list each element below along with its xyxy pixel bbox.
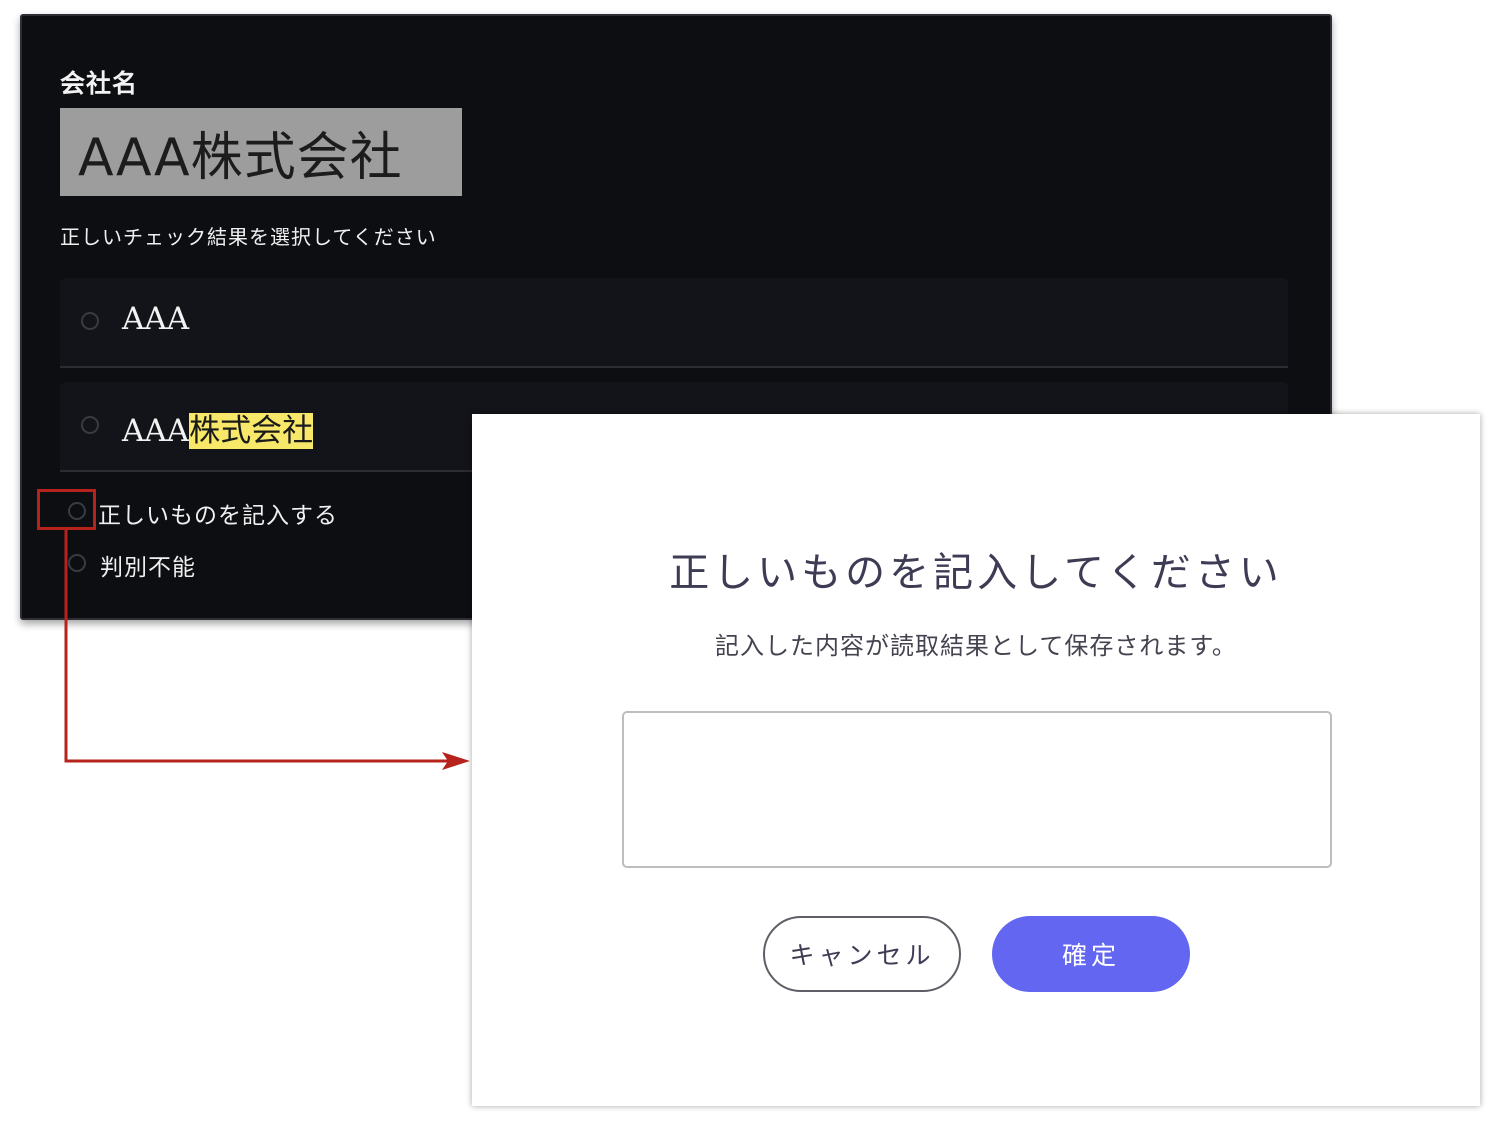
confirm-button[interactable]: 確定	[992, 916, 1190, 992]
dialog-description: 記入した内容が読取結果として保存されます。	[715, 632, 1237, 660]
dialog-title: 正しいものを記入してください	[669, 550, 1283, 596]
manual-entry-label[interactable]: 正しいものを記入する	[98, 496, 338, 530]
correction-input[interactable]	[622, 711, 1332, 868]
diff-highlight: 株式会社	[189, 413, 314, 449]
ocr-source-image: AAA株式会社	[60, 108, 462, 196]
ocr-image-text: AAA株式会社	[78, 127, 403, 188]
option-text-2: AAA株式会社	[122, 413, 314, 449]
annotation-highlight-box	[37, 489, 96, 530]
radio-option-1[interactable]	[81, 312, 99, 330]
radio-option-2[interactable]	[81, 416, 99, 434]
instruction-text: 正しいチェック結果を選択してください	[60, 225, 437, 249]
radio-undeterminable[interactable]	[68, 554, 86, 572]
undeterminable-label[interactable]: 判別不能	[100, 548, 196, 582]
cancel-button[interactable]: キャンセル	[763, 916, 961, 992]
option-text-1: AAA	[122, 301, 190, 337]
manual-entry-dialog: 正しいものを記入してください 記入した内容が読取結果として保存されます。 キャン…	[472, 414, 1480, 1106]
field-label: 会社名	[60, 69, 139, 98]
option-card-1[interactable]: AAA	[60, 278, 1288, 368]
